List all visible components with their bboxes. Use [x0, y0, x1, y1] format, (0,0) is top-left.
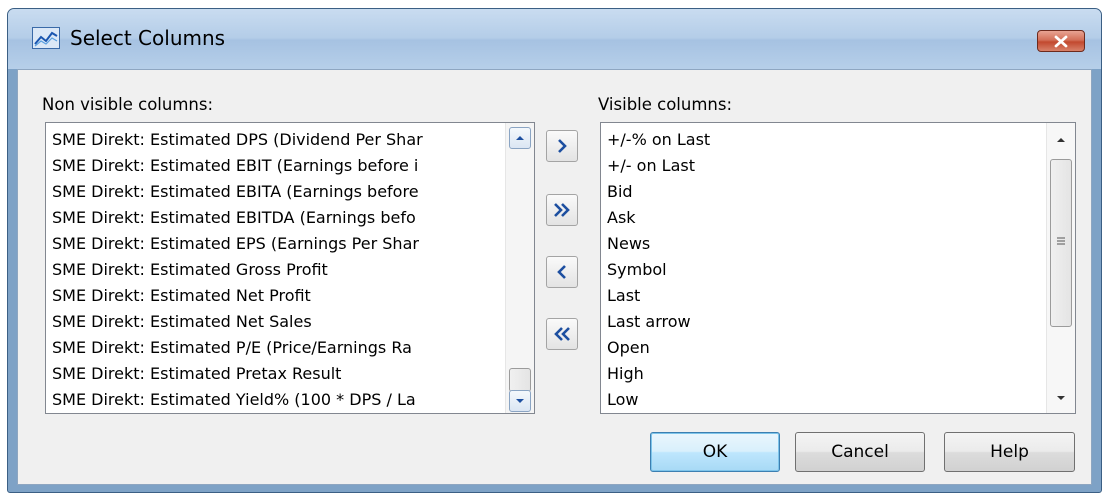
double-chevron-right-icon: [554, 203, 570, 217]
visible-columns-list[interactable]: +/-% on Last +/- on Last Bid Ask News Symbol L…: [600, 122, 1076, 414]
chevron-up-icon: [516, 136, 524, 140]
list-item[interactable]: SME Direkt: Estimated Net Sales: [52, 309, 423, 335]
non-visible-columns-label: Non visible columns:: [42, 95, 214, 114]
list-item[interactable]: SME Direkt: Estimated DPS (Dividend Per …: [52, 127, 423, 153]
chevron-down-icon: [516, 399, 524, 403]
scroll-down-button[interactable]: [509, 390, 531, 412]
triangle-up-icon: [1057, 138, 1065, 142]
scroll-thumb[interactable]: [1050, 159, 1072, 327]
visible-columns-label: Visible columns:: [598, 95, 733, 114]
grip-icon: [1057, 237, 1065, 245]
dialog-title: Select Columns: [70, 26, 226, 50]
list-item[interactable]: High: [607, 361, 710, 387]
add-column-button[interactable]: [546, 130, 578, 162]
list-item[interactable]: SME Direkt: Estimated P/E (Price/Earning…: [52, 335, 423, 361]
scroll-up-button[interactable]: [509, 127, 531, 149]
help-button[interactable]: Help: [944, 432, 1075, 472]
double-chevron-left-icon: [554, 327, 570, 341]
list-item[interactable]: Open: [607, 335, 710, 361]
list-item[interactable]: +/-% on Last: [607, 127, 710, 153]
add-all-columns-button[interactable]: [546, 194, 578, 226]
visible-items: +/-% on Last +/- on Last Bid Ask News Symbol L…: [607, 127, 710, 413]
remove-all-columns-button[interactable]: [546, 318, 578, 350]
list-item[interactable]: SME Direkt: Estimated EBIT (Earnings bef…: [52, 153, 423, 179]
scroll-thumb[interactable]: [509, 368, 531, 392]
triangle-down-icon: [1057, 396, 1065, 400]
list-item[interactable]: SME Direkt: Estimated Gross Profit: [52, 257, 423, 283]
visible-scrollbar[interactable]: [1046, 123, 1075, 413]
remove-column-button[interactable]: [546, 256, 578, 288]
non-visible-columns-list[interactable]: SME Direkt: Estimated DPS (Dividend Per …: [45, 122, 535, 414]
list-item[interactable]: +/- on Last: [607, 153, 710, 179]
select-columns-dialog: Select Columns Non visible columns: SME …: [7, 8, 1102, 493]
list-item[interactable]: SME Direkt: Estimated Net Profit: [52, 283, 423, 309]
non-visible-items: SME Direkt: Estimated DPS (Dividend Per …: [52, 127, 423, 413]
title-bar[interactable]: Select Columns: [8, 9, 1101, 69]
scroll-down-button[interactable]: [1050, 387, 1072, 409]
list-item[interactable]: SME Direkt: Estimated Pretax Result: [52, 361, 423, 387]
scroll-up-button[interactable]: [1050, 129, 1072, 151]
list-item[interactable]: SME Direkt: Estimated EPS (Earnings Per …: [52, 231, 423, 257]
list-item[interactable]: Low: [607, 387, 710, 413]
list-item[interactable]: News: [607, 231, 710, 257]
list-item[interactable]: SME Direkt: Estimated EBITDA (Earnings b…: [52, 205, 423, 231]
list-item[interactable]: Last arrow: [607, 309, 710, 335]
list-item[interactable]: Bid: [607, 179, 710, 205]
chevron-right-icon: [558, 139, 567, 153]
list-item[interactable]: SME Direkt: Estimated EBITA (Earnings be…: [52, 179, 423, 205]
cancel-button[interactable]: Cancel: [795, 432, 925, 472]
chevron-left-icon: [557, 265, 566, 279]
dialog-client-area: Non visible columns: SME Direkt: Estimat…: [17, 69, 1092, 485]
chart-line-icon: [32, 27, 60, 49]
non-visible-scrollbar[interactable]: [505, 123, 534, 413]
list-item[interactable]: Last: [607, 283, 710, 309]
ok-button[interactable]: OK: [650, 432, 780, 472]
list-item[interactable]: Ask: [607, 205, 710, 231]
list-item[interactable]: SME Direkt: Estimated Yield% (100 * DPS …: [52, 387, 423, 413]
list-item[interactable]: Symbol: [607, 257, 710, 283]
close-icon: [1054, 35, 1068, 47]
close-button[interactable]: [1037, 30, 1085, 52]
